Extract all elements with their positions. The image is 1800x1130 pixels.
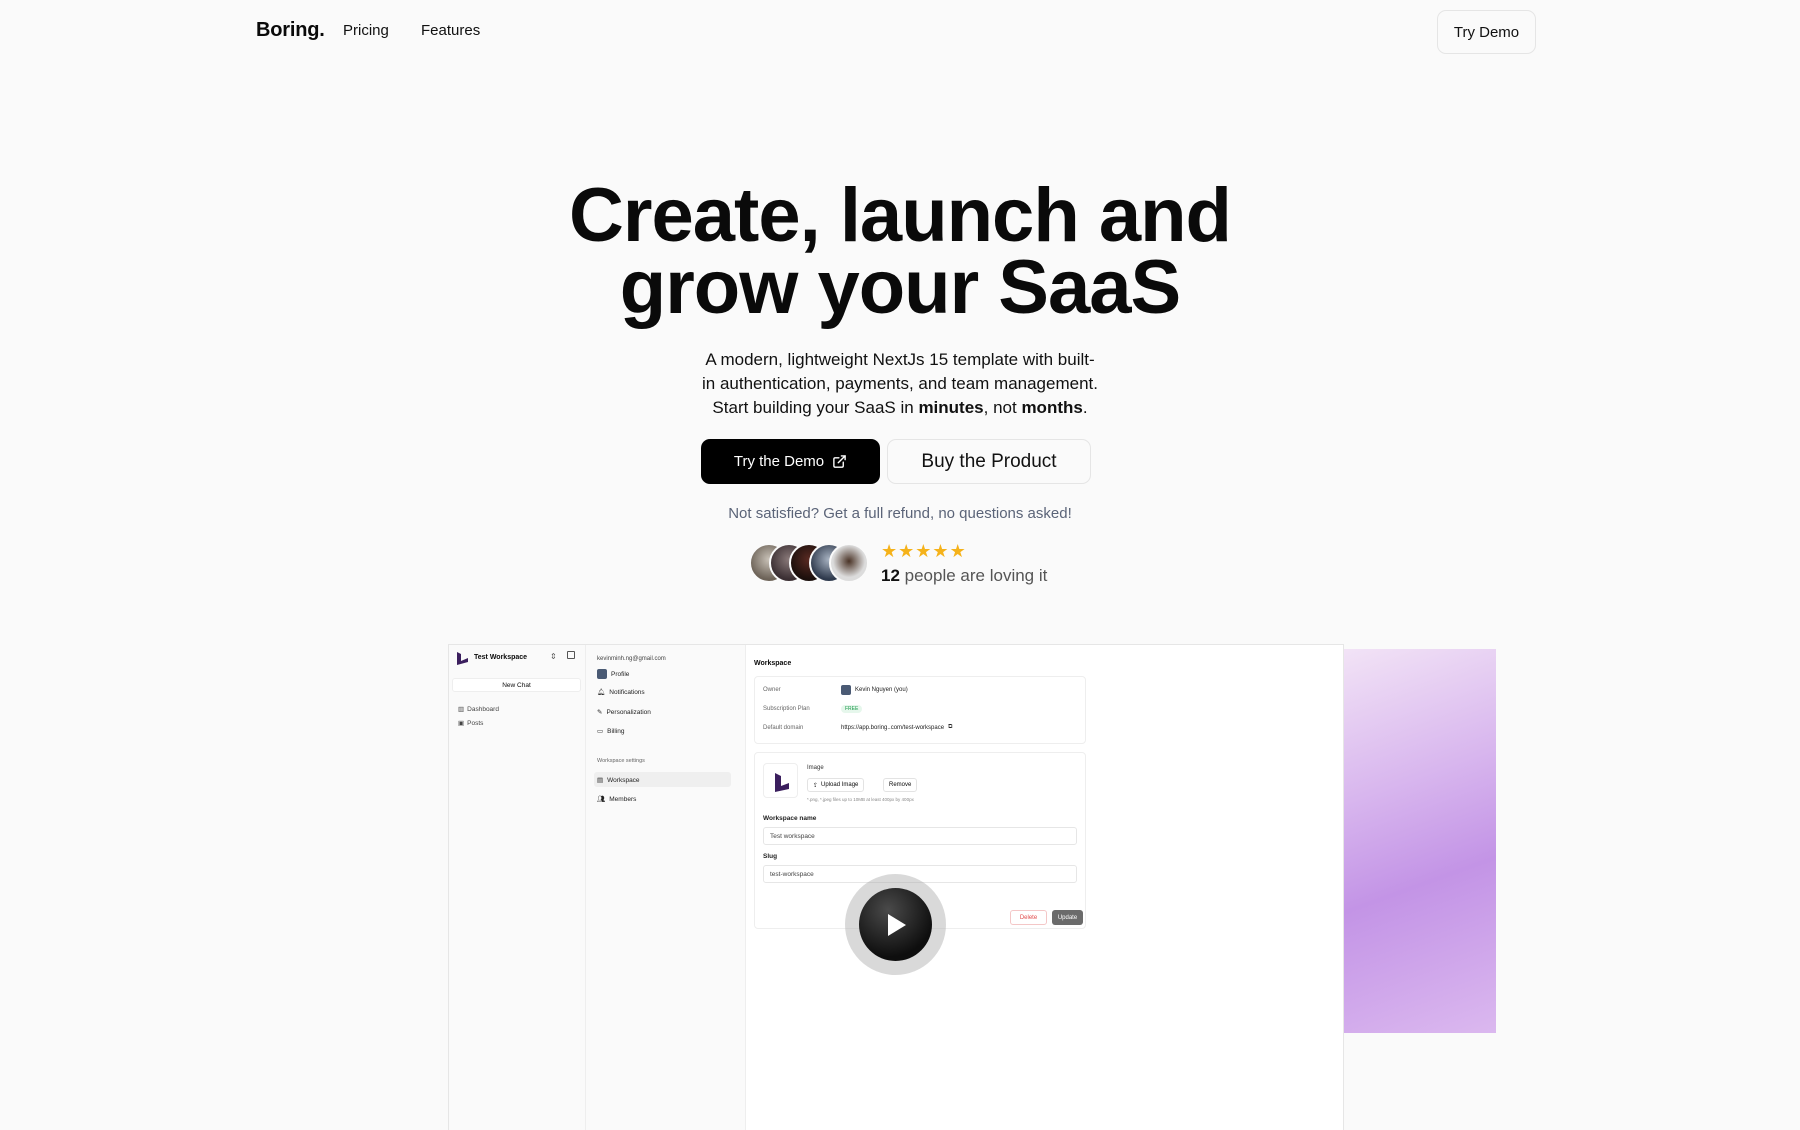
update-button[interactable]: Update: [1052, 910, 1083, 925]
star-icon: ★: [898, 541, 915, 561]
settings-item-notifications[interactable]: 🔔︎ Notifications: [597, 688, 645, 697]
upload-image-button[interactable]: ⇪ Upload Image: [807, 778, 865, 792]
status-badge: FREE: [841, 705, 863, 713]
workspace-settings-content: Workspace Owner Kevin Nguyen (you) Subsc…: [746, 645, 1343, 1130]
settings-item-workspace[interactable]: ▤ Workspace: [597, 776, 640, 785]
chevron-up-down-icon[interactable]: ⇕: [550, 652, 557, 661]
workspace-image: [763, 763, 798, 798]
workspace-name[interactable]: Test Workspace: [474, 654, 527, 661]
refund-note: Not satisfied? Get a full refund, no que…: [728, 505, 1072, 522]
hero-subtitle-minutes: minutes: [918, 398, 984, 417]
avatar: [597, 669, 607, 679]
play-button-inner[interactable]: [859, 888, 932, 961]
sidebar-item-posts[interactable]: ▣ Posts: [458, 719, 484, 728]
workspace-name-input[interactable]: Test workspace: [763, 827, 1077, 845]
try-demo-button[interactable]: Try Demo: [1437, 10, 1536, 54]
building-icon: ▤: [597, 777, 604, 784]
settings-item-billing[interactable]: ▭ Billing: [597, 727, 625, 736]
image-label: Image: [807, 765, 824, 771]
external-link-icon: [833, 455, 846, 468]
hero-subtitle: A modern, lightweight NextJs 15 template…: [690, 348, 1110, 420]
star-icon: ★: [881, 541, 898, 561]
copy-icon[interactable]: ⧉: [948, 724, 952, 731]
hero-title-line-1: Create, launch and: [569, 173, 1232, 258]
delete-button[interactable]: Delete: [1010, 910, 1047, 925]
upload-label: Upload Image: [821, 782, 859, 788]
owner-name: Kevin Nguyen (you): [855, 687, 908, 693]
card-icon: ▭: [597, 728, 604, 735]
remove-image-button[interactable]: Remove: [883, 778, 918, 792]
new-chat-button[interactable]: New Chat: [452, 678, 581, 692]
settings-item-label: Personalization: [606, 708, 651, 716]
settings-item-label: Workspace: [607, 776, 640, 784]
brand-logo[interactable]: Boring.: [256, 19, 325, 42]
workspace-name-label: Workspace name: [763, 815, 817, 822]
account-email: kevinminh.ng@gmail.com: [597, 656, 666, 662]
video-play-button[interactable]: [845, 874, 946, 975]
chart-icon: ▥: [458, 706, 465, 713]
plan-value: FREE: [841, 705, 863, 713]
plan-label: Subscription Plan: [763, 706, 810, 712]
try-the-demo-label: Try the Demo: [733, 453, 825, 470]
sidebar-collapse-icon[interactable]: [567, 651, 575, 659]
rating-stars: ★ ★ ★ ★ ★: [881, 542, 966, 560]
image-hint: *.png, *.jpeg files up to 10MB at least …: [807, 797, 914, 802]
top-nav: Boring. Pricing Features Try Demo: [0, 0, 1800, 64]
settings-nav: kevinminh.ng@gmail.com Profile 🔔︎ Notific…: [586, 645, 746, 1130]
pen-icon: ✎: [597, 709, 603, 716]
slug-label: Slug: [763, 853, 778, 860]
domain-label: Default domain: [763, 725, 804, 731]
avatar: [829, 543, 869, 583]
workspace-info-card: Owner Kevin Nguyen (you) Subscription Pl…: [754, 676, 1086, 744]
hero-title: Create, launch and grow your SaaS: [0, 173, 1800, 330]
nav-link-pricing[interactable]: Pricing: [343, 22, 389, 39]
box-icon: ▣: [458, 720, 465, 727]
loving-text: people are loving it: [899, 566, 1048, 585]
page-title: Workspace: [754, 660, 792, 667]
loving-count: 12: [881, 566, 900, 585]
settings-item-members[interactable]: 👥︎ Members: [597, 795, 637, 804]
preview-sidebar: Test Workspace ⇕ New Chat ▥ Dashboard ▣ Po…: [449, 645, 586, 1130]
star-icon: ★: [932, 541, 949, 561]
buy-the-product-button[interactable]: Buy the Product: [887, 439, 1091, 484]
sidebar-item-label: Posts: [467, 719, 484, 727]
workspace-logo-icon: [457, 652, 468, 665]
settings-item-label: Profile: [611, 670, 630, 678]
purple-gradient-decoration: [1344, 649, 1496, 1033]
hero-title-line-2: grow your SaaS: [619, 245, 1181, 330]
upload-icon: ⇪: [813, 782, 819, 789]
domain-value: https://app.boring..com/test-workspace ⧉: [841, 724, 952, 731]
avatar: [841, 685, 851, 695]
hero-subtitle-line-1: A modern, lightweight NextJs 15 template…: [705, 350, 1095, 369]
settings-item-personalization[interactable]: ✎ Personalization: [597, 708, 651, 717]
sidebar-item-dashboard[interactable]: ▥ Dashboard: [458, 705, 499, 714]
avatar-group: [749, 543, 869, 583]
owner-value: Kevin Nguyen (you): [841, 685, 908, 695]
hero-subtitle-line-3-pre: Start building your SaaS in: [712, 398, 919, 417]
settings-item-label: Billing: [607, 727, 625, 735]
hero-subtitle-months: months: [1021, 398, 1083, 417]
bell-icon: 🔔︎: [597, 689, 606, 696]
owner-label: Owner: [763, 687, 781, 693]
star-icon: ★: [915, 541, 932, 561]
hero-subtitle-line-2: in authentication, payments, and team ma…: [702, 374, 1098, 393]
settings-item-profile[interactable]: Profile: [597, 669, 629, 679]
try-the-demo-button[interactable]: Try the Demo: [701, 439, 880, 484]
users-icon: 👥︎: [597, 796, 606, 803]
workspace-logo-icon: [775, 773, 789, 792]
social-proof-text: 12 people are loving it: [881, 566, 1047, 586]
workspace-settings-label: Workspace settings: [597, 758, 645, 764]
star-icon: ★: [949, 541, 966, 561]
settings-item-label: Notifications: [609, 688, 645, 696]
nav-link-features[interactable]: Features: [421, 22, 480, 39]
settings-item-label: Members: [609, 795, 637, 803]
sidebar-item-label: Dashboard: [467, 705, 499, 713]
hero-subtitle-line-3-end: .: [1082, 398, 1088, 417]
play-icon: [887, 913, 906, 936]
hero-subtitle-line-3-mid: , not: [983, 398, 1022, 417]
domain-url: https://app.boring..com/test-workspace: [841, 724, 945, 731]
